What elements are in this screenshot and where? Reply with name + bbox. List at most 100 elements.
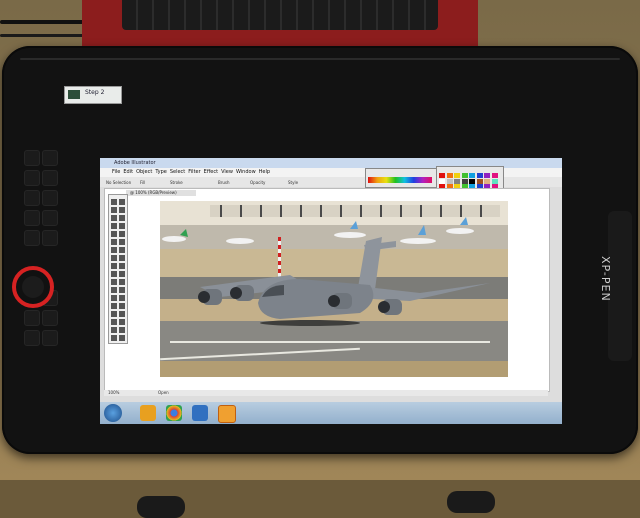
menu-item-view[interactable]: View [221,169,233,175]
tool-icon[interactable] [111,295,117,301]
brush-label[interactable]: Brush [218,180,230,185]
tool-icon[interactable] [111,271,117,277]
tool-icon[interactable] [119,327,125,333]
tool-icon[interactable] [119,303,125,309]
express-key[interactable] [42,330,58,346]
color-swatch[interactable] [446,178,453,184]
tool-icon[interactable] [111,239,117,245]
tool-icon[interactable] [111,319,117,325]
menu-item-edit[interactable]: Edit [123,169,133,175]
menu-item-window[interactable]: Window [236,169,256,175]
color-swatch[interactable] [491,178,498,184]
menu-item-select[interactable]: Select [170,169,185,175]
express-key[interactable] [42,310,58,326]
express-key[interactable] [24,330,40,346]
tool-icon[interactable] [119,263,125,269]
placed-photo-airplane[interactable] [160,201,508,377]
color-swatch[interactable] [439,178,445,184]
dial-center[interactable] [22,276,44,298]
display-screen[interactable]: Adobe Illustrator File Edit Object Type Sele… [100,158,562,424]
menu-item-help[interactable]: Help [259,169,270,175]
color-swatch[interactable] [484,178,490,184]
express-key[interactable] [24,210,40,226]
color-swatch[interactable] [461,178,468,184]
express-key[interactable] [24,170,40,186]
tool-icon[interactable] [111,255,117,261]
opacity-label[interactable]: Opacity [250,180,265,185]
color-ramp[interactable] [368,177,432,183]
tool-icon[interactable] [119,255,125,261]
tool-icon[interactable] [111,223,117,229]
express-key[interactable] [42,230,58,246]
color-panel[interactable] [365,168,437,188]
app-title: Adobe Illustrator [114,160,156,166]
tool-icon[interactable] [119,223,125,229]
express-key[interactable] [42,170,58,186]
tool-icon[interactable] [119,247,125,253]
tool-icon[interactable] [111,247,117,253]
tool-icon[interactable] [111,303,117,309]
tool-icon[interactable] [119,271,125,277]
tool-icon[interactable] [119,199,125,205]
express-key[interactable] [24,150,40,166]
menu-item-effect[interactable]: Effect [204,169,218,175]
tool-icon[interactable] [119,311,125,317]
express-key[interactable] [24,230,40,246]
style-label[interactable]: Style [288,180,298,185]
zoom-level[interactable]: 100% [108,390,119,395]
stroke-label[interactable]: Stroke [170,180,183,185]
tool-icon[interactable] [111,279,117,285]
tool-icon[interactable] [111,263,117,269]
color-swatch[interactable] [439,173,445,178]
tool-icon[interactable] [111,207,117,213]
color-swatch[interactable] [454,178,460,184]
tool-icon[interactable] [111,287,117,293]
express-key[interactable] [24,310,40,326]
express-key[interactable] [42,210,58,226]
tool-icon[interactable] [119,335,125,341]
express-key[interactable] [24,190,40,206]
tool-icon[interactable] [119,279,125,285]
tool-icon[interactable] [119,215,125,221]
tool-icon[interactable] [111,199,117,205]
express-key[interactable] [42,190,58,206]
document-tab[interactable]: @ 100% (RGB/Preview) [126,190,196,196]
color-swatch[interactable] [469,173,475,178]
color-swatch[interactable] [469,178,475,184]
tool-icon[interactable] [111,231,117,237]
explorer-icon[interactable] [192,405,208,421]
pen-display-tablet: Step 2 XP-PEN Adobe Illustrator File Edit… [2,46,638,518]
tool-icon[interactable] [119,239,125,245]
tool-icon[interactable] [111,215,117,221]
tool-icon[interactable] [119,319,125,325]
menu-item-type[interactable]: Type [155,169,166,175]
tool-icon[interactable] [119,231,125,237]
tool-icon[interactable] [111,327,117,333]
tool-icon[interactable] [111,335,117,341]
menu-item-file[interactable]: File [112,169,120,175]
color-swatch[interactable] [446,173,453,178]
chrome-icon[interactable] [166,405,182,421]
tablet-stand-foot [137,496,185,518]
menu-item-filter[interactable]: Filter [188,169,200,175]
menu-item-object[interactable]: Object [136,169,152,175]
media-player-icon[interactable] [140,405,156,421]
tool-icon[interactable] [119,207,125,213]
red-dial[interactable] [12,266,54,308]
color-swatch[interactable] [461,173,468,178]
tool-icon[interactable] [119,287,125,293]
color-swatch[interactable] [484,173,490,178]
fill-label[interactable]: Fill [140,180,145,185]
color-swatch[interactable] [454,173,460,178]
windows-start-icon[interactable] [104,404,122,422]
illustrator-icon[interactable] [218,405,236,423]
color-swatch[interactable] [476,178,483,184]
step-badge-sticker: Step 2 [64,86,122,104]
express-keys[interactable] [24,150,60,350]
color-swatch[interactable] [491,173,498,178]
tool-icon[interactable] [111,311,117,317]
color-swatch[interactable] [476,173,483,178]
express-key[interactable] [42,150,58,166]
tools-panel[interactable] [108,194,128,344]
tool-icon[interactable] [119,295,125,301]
